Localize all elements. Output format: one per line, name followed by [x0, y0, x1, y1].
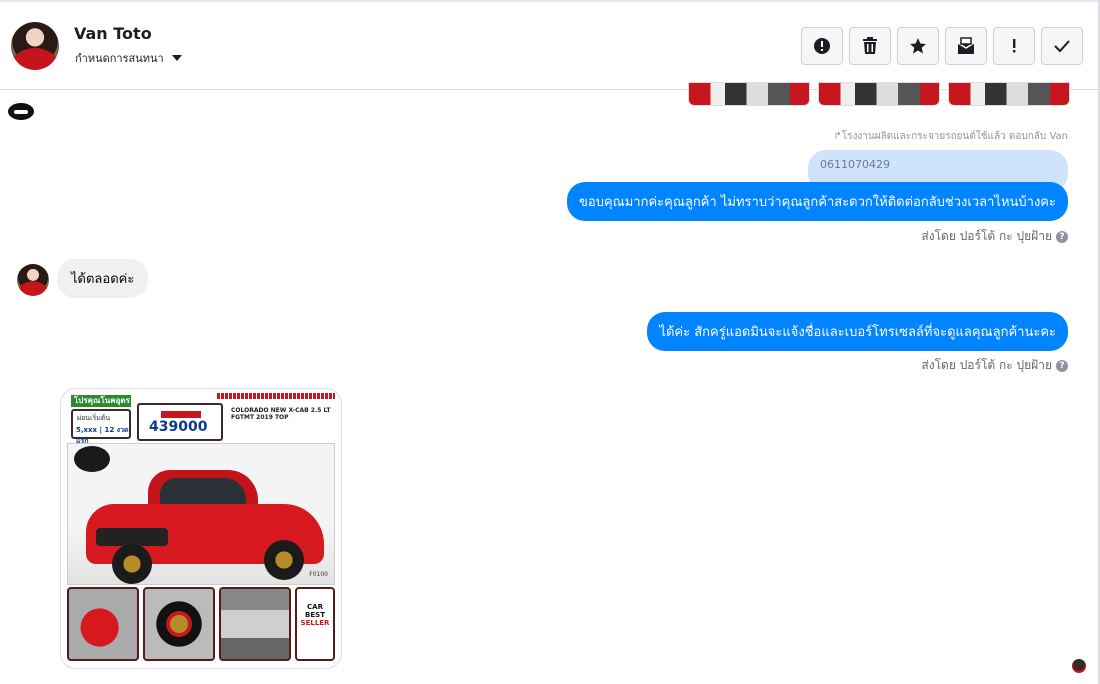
detail-photo-interior [219, 587, 291, 661]
ad-price-label-bar [161, 411, 201, 418]
reply-note: ↱โรงงานผลิตและกระจายรถยนต์ใช้แล้ว ตอบกลั… [833, 129, 1068, 144]
star-button[interactable] [897, 27, 939, 65]
badge-line-3: SELLER [300, 619, 330, 627]
ad-down-payment-box: ผ่อนเริ่มต้น 5,xxx | 12 งวดแรก [71, 409, 131, 445]
help-icon[interactable]: ? [1056, 359, 1068, 372]
conversation-schedule-dropdown[interactable]: กำหนดการสนทนา [75, 49, 182, 67]
sent-by-text: ส่งโดย ปอร์โต้ กะ ปุยฝ้าย [921, 229, 1052, 243]
ad-model: COLORADO NEW X-CAB 2.5 LT FGTMT 2019 TOP [231, 407, 331, 421]
previous-image-thumb[interactable] [948, 82, 1070, 106]
car-wheel-shape [112, 544, 152, 584]
ad-down-label: ผ่อนเริ่มต้น [77, 414, 111, 422]
car-photo: F0100 [67, 443, 335, 585]
outgoing-message[interactable]: ขอบคุณมากค่ะคุณลูกค้า ไม่ทราบว่าคุณลูกค้… [567, 182, 1068, 221]
ad-code: F0100 [309, 571, 328, 578]
badge-line-1: CAR [307, 603, 323, 611]
conversation-schedule-label: กำหนดการสนทนา [75, 52, 164, 65]
detail-photo-front [67, 587, 139, 661]
detail-photo-wheel [143, 587, 215, 661]
detail-photos: CAR BEST SELLER [67, 587, 335, 661]
header-toolbar [801, 27, 1083, 65]
star-icon [910, 38, 926, 54]
important-button[interactable] [993, 27, 1035, 65]
contact-avatar-small[interactable] [17, 264, 49, 296]
important-icon [1013, 39, 1016, 53]
car-wheel-shape [264, 540, 304, 580]
mark-done-button[interactable] [1041, 27, 1083, 65]
previous-image-thumb[interactable] [688, 82, 810, 106]
delete-button[interactable] [849, 27, 891, 65]
check-icon [1054, 40, 1070, 53]
previous-image-strip [688, 82, 1070, 106]
ad-site-strip [217, 393, 335, 399]
ad-price: 439000 [149, 419, 208, 435]
car-ad-image[interactable]: โปรคุณโนคอุดร ผ่อนเริ่มต้น 5,xxx | 12 งว… [60, 388, 342, 669]
help-icon[interactable]: ? [1056, 230, 1068, 243]
reply-note-text: โรงงานผลิตและกระจายรถยนต์ใช้แล้ว ตอบกลับ… [841, 131, 1068, 142]
previous-image-thumb[interactable] [818, 82, 940, 106]
report-icon [814, 38, 830, 54]
trash-icon [863, 37, 877, 54]
caret-down-icon [171, 55, 182, 61]
reply-arrow-icon: ↱ [833, 131, 842, 142]
best-seller-badge: CAR BEST SELLER [295, 587, 335, 661]
dealer-logo [74, 446, 110, 472]
page-logo-avatar[interactable] [8, 103, 34, 120]
seen-avatar [1072, 659, 1086, 673]
sent-by-label: ส่งโดย ปอร์โต้ กะ ปุยฝ้าย ? [921, 227, 1068, 246]
ad-price-box: 439000 [137, 403, 223, 441]
contact-name[interactable]: Van Toto [74, 24, 152, 43]
car-window-shape [160, 478, 246, 504]
ad-headline: โปรคุณโนคอุดร [71, 395, 131, 407]
incoming-message[interactable]: ได้ตลอดค่ะ [57, 259, 149, 298]
sent-by-text: ส่งโดย ปอร์โต้ กะ ปุยฝ้าย [921, 358, 1052, 372]
messenger-window: Van Toto กำหนดการสนทนา ↱โรงงานผลิตและกระ… [0, 0, 1100, 684]
mark-unread-icon [957, 37, 975, 54]
ad-banner: โปรคุณโนคอุดร ผ่อนเริ่มต้น 5,xxx | 12 งว… [67, 393, 335, 445]
outgoing-message[interactable]: ได้ค่ะ สักครู่แอดมินจะแจ้งชื่อและเบอร์โท… [647, 312, 1068, 351]
mark-unread-button[interactable] [945, 27, 987, 65]
badge-line-2: BEST [305, 611, 325, 619]
sent-by-label: ส่งโดย ปอร์โต้ กะ ปุยฝ้าย ? [921, 356, 1068, 375]
report-button[interactable] [801, 27, 843, 65]
contact-avatar[interactable] [11, 22, 59, 70]
conversation-header: Van Toto กำหนดการสนทนา [0, 2, 1098, 90]
